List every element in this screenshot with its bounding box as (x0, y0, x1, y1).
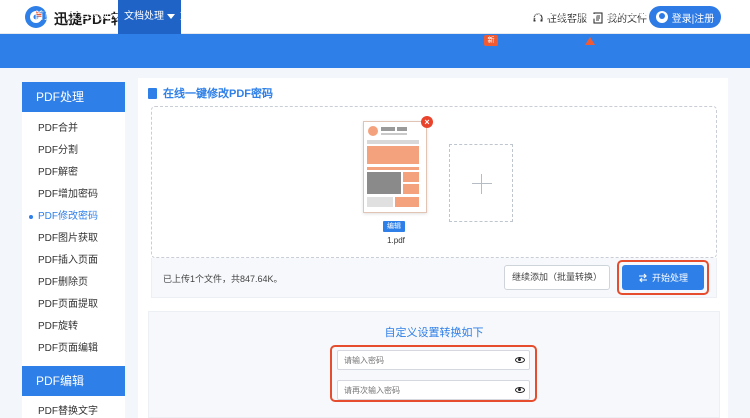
password-confirm-input[interactable] (337, 380, 530, 400)
sidebar-item-pdf-decrypt[interactable]: PDF解密 (22, 162, 125, 184)
eye-icon[interactable] (515, 387, 525, 393)
nav-client[interactable]: 客户端 (606, 0, 647, 34)
chevron-down-icon (639, 13, 647, 19)
hot-arrow-icon (585, 37, 595, 45)
upload-area[interactable] (151, 106, 717, 258)
sidebar-section-pdf-edit: PDF编辑 (22, 366, 125, 396)
new-badge: 新 (484, 35, 498, 46)
nav-client-label: 客户端 (606, 11, 636, 22)
login-register-label: 登录|注册 (671, 13, 715, 25)
start-process-button[interactable]: 开始处理 (622, 265, 704, 290)
nav-speech-recognition-label: 语音识别 (253, 11, 293, 22)
file-name: 1.pdf (387, 236, 405, 245)
nav-speech-recognition[interactable]: 语音识别 (253, 0, 304, 34)
plus-icon-vertical (481, 174, 482, 194)
nav-special-features-label: 特色功能 (502, 11, 542, 22)
main-nav (0, 34, 750, 68)
sidebar-item-pdf-merge[interactable]: PDF合并 (22, 118, 125, 140)
nav-image-ocr-label: 图片文字识别 (308, 11, 368, 22)
chevron-down-icon (167, 13, 175, 19)
file-edit-tag[interactable]: 编辑 (383, 221, 405, 232)
nav-doc-process-label: 文档处理 (124, 11, 164, 22)
upload-status-text: 已上传1个文件，共847.64K。 (163, 274, 283, 284)
page-title-text: 在线一键修改PDF密码 (163, 88, 273, 100)
nav-special-features[interactable]: 特色功能 (502, 0, 553, 34)
nav-ai-tools[interactable]: AI工具 (558, 0, 599, 34)
password-input[interactable] (337, 350, 530, 370)
pdf-preview-image (367, 126, 419, 207)
nav-doc-convert-label: 文档转换 (69, 11, 109, 22)
nav-av-convert-label: 音视频转换 (382, 11, 432, 22)
user-avatar-icon (655, 11, 668, 23)
nav-doc-translate-label: 文档文本翻译 (180, 11, 240, 22)
sidebar-item-pdf-delete-page[interactable]: PDF删除页 (22, 272, 125, 294)
nav-doc-convert[interactable]: 文档转换 (69, 0, 120, 34)
custom-settings-title: 自定义设置转换如下 (384, 327, 484, 339)
document-icon (148, 87, 157, 99)
sidebar-item-pdf-split[interactable]: PDF分割 (22, 140, 125, 162)
sidebar-item-pdf-insert-page[interactable]: PDF插入页面 (22, 250, 125, 272)
nav-plagiarism-check[interactable]: 论文查重 (447, 0, 498, 34)
chevron-down-icon (243, 13, 251, 19)
plus-icon (472, 183, 492, 184)
chevron-down-icon (435, 13, 443, 19)
nav-ai-tools-label: AI工具 (558, 11, 588, 22)
chevron-down-icon (590, 13, 599, 19)
chevron-down-icon (296, 13, 304, 19)
eye-icon[interactable] (515, 357, 525, 363)
nav-doc-translate[interactable]: 文档文本翻译 (180, 0, 251, 34)
start-process-label: 开始处理 (651, 273, 688, 283)
sidebar-item-pdf-rotate[interactable]: PDF旋转 (22, 316, 125, 338)
sidebar-item-pdf-image-extract[interactable]: PDF图片获取 (22, 228, 125, 250)
nav-image-ocr[interactable]: 图片文字识别 (308, 0, 379, 34)
nav-home[interactable]: 首页 (34, 0, 54, 34)
chevron-down-icon (490, 13, 498, 19)
login-register-button[interactable]: 登录|注册 (649, 6, 721, 28)
sidebar-item-pdf-page-extract[interactable]: PDF页面提取 (22, 294, 125, 316)
sidebar-item-pdf-add-password[interactable]: PDF增加密码 (22, 184, 125, 206)
page-title: 在线一键修改PDF密码 (148, 85, 273, 101)
nav-plagiarism-check-label: 论文查重 (447, 11, 487, 22)
sidebar-item-pdf-page-edit[interactable]: PDF页面编辑 (22, 338, 125, 360)
swap-arrows-icon (638, 273, 647, 282)
pdf-file-thumbnail[interactable] (363, 121, 427, 213)
chevron-down-icon (371, 13, 379, 19)
sidebar-item-pdf-replace-text[interactable]: PDF替换文字 (22, 401, 125, 418)
add-file-button[interactable] (449, 144, 513, 222)
remove-file-close-icon[interactable]: × (421, 116, 433, 128)
sidebar-section-pdf-process: PDF处理 (22, 82, 125, 112)
sidebar-item-pdf-change-password[interactable]: PDF修改密码 (22, 206, 125, 228)
nav-doc-process[interactable]: 文档处理 (118, 0, 181, 34)
nav-av-convert[interactable]: 音视频转换 (382, 0, 443, 34)
chevron-down-icon (545, 13, 553, 19)
continue-add-button[interactable]: 继续添加（批量转换） (504, 265, 610, 290)
nav-home-label: 首页 (34, 11, 54, 22)
